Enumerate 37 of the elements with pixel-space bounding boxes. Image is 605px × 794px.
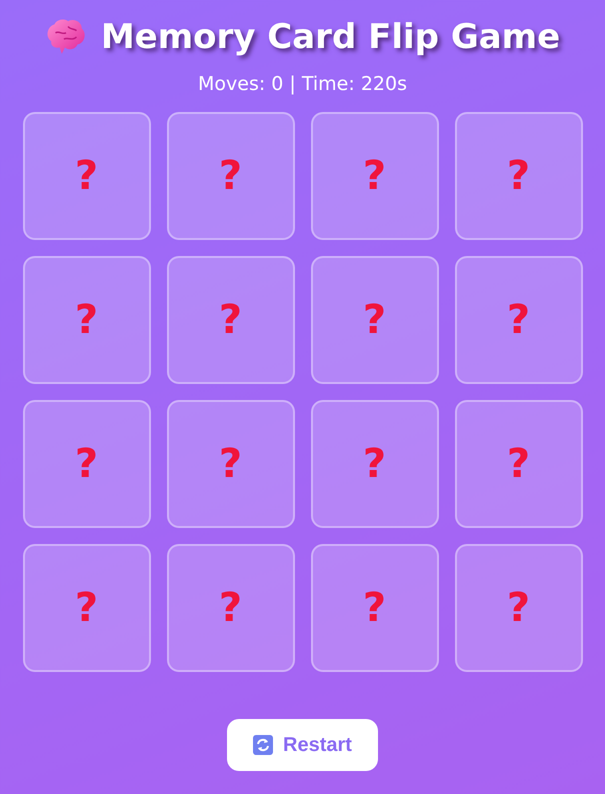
question-mark: ? — [362, 586, 386, 630]
question-mark: ? — [74, 586, 98, 630]
question-mark: ? — [74, 298, 98, 342]
memory-card[interactable]: ? — [454, 256, 582, 384]
memory-card[interactable]: ? — [166, 544, 294, 672]
memory-card[interactable]: ? — [454, 400, 582, 528]
memory-card[interactable]: ? — [22, 400, 150, 528]
question-mark: ? — [218, 298, 242, 342]
brain-icon — [44, 18, 87, 56]
question-mark: ? — [506, 298, 530, 342]
game-title: Memory Card Flip Game — [100, 16, 560, 59]
memory-card[interactable]: ? — [166, 256, 294, 384]
memory-card[interactable]: ? — [166, 400, 294, 528]
memory-card[interactable]: ? — [454, 112, 582, 240]
memory-card[interactable]: ? — [454, 544, 582, 672]
question-mark: ? — [506, 442, 530, 486]
question-mark: ? — [362, 298, 386, 342]
question-mark: ? — [74, 154, 98, 198]
memory-card[interactable]: ? — [310, 112, 438, 240]
question-mark: ? — [362, 442, 386, 486]
memory-card[interactable]: ? — [22, 544, 150, 672]
memory-card[interactable]: ? — [166, 112, 294, 240]
game-stats: Moves: 0 | Time: 220s — [197, 72, 408, 96]
question-mark: ? — [218, 442, 242, 486]
question-mark: ? — [506, 586, 530, 630]
memory-card[interactable]: ? — [310, 256, 438, 384]
memory-card[interactable]: ? — [22, 256, 150, 384]
memory-card[interactable]: ? — [22, 112, 150, 240]
question-mark: ? — [218, 586, 242, 630]
question-mark: ? — [218, 154, 242, 198]
memory-card[interactable]: ? — [310, 544, 438, 672]
question-mark: ? — [362, 154, 386, 198]
question-mark: ? — [506, 154, 530, 198]
memory-card[interactable]: ? — [310, 400, 438, 528]
question-mark: ? — [74, 442, 98, 486]
restart-button[interactable]: Restart — [227, 719, 378, 771]
refresh-icon — [253, 735, 274, 755]
